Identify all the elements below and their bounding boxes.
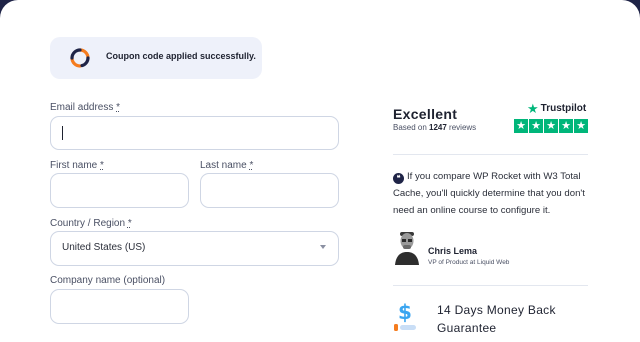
company-field[interactable]	[50, 289, 189, 324]
trustpilot-star-icon: ★	[527, 100, 539, 116]
company-label: Company name (optional)	[50, 275, 166, 286]
divider	[393, 154, 588, 155]
testimonial-quote: ❝ If you compare WP Rocket with W3 Total …	[393, 171, 585, 216]
trustpilot-brand: Trustpilot	[540, 102, 587, 114]
first-name-field[interactable]	[50, 173, 189, 208]
money-back-guarantee: 14 Days Money Back Guarantee	[437, 303, 556, 335]
avatar	[395, 232, 419, 265]
testimonial-author: Chris Lema	[428, 246, 478, 256]
required-mark: *	[249, 160, 254, 171]
email-field[interactable]	[50, 116, 339, 150]
review-count: 1247	[429, 123, 447, 132]
trustpilot-logo[interactable]: ★ Trustpilot	[527, 101, 586, 115]
country-label: Country / Region *	[50, 218, 132, 229]
coupon-notice-message: Coupon code applied successfully.	[106, 51, 256, 61]
star-icon: ★	[574, 119, 588, 133]
last-name-label: Last name *	[200, 160, 254, 171]
coupon-notice: Coupon code applied successfully.	[50, 37, 262, 79]
star-icon: ★	[559, 119, 573, 133]
text-caret	[62, 126, 63, 140]
chevron-down-icon	[320, 245, 326, 249]
required-mark: *	[116, 102, 121, 113]
quote-icon: ❝	[393, 173, 404, 184]
star-icon: ★	[529, 119, 543, 133]
checkout-card: Coupon code applied successfully. Email …	[0, 0, 640, 342]
svg-text:$: $	[398, 301, 412, 324]
country-selected-value: United States (US)	[62, 242, 146, 253]
review-count-text: Based on 1247 reviews	[393, 123, 477, 132]
email-label: Email address *	[50, 102, 121, 113]
first-name-label: First name *	[50, 160, 104, 171]
required-mark: *	[127, 218, 132, 229]
star-rating: ★ ★ ★ ★ ★	[514, 119, 588, 133]
spinner-icon	[70, 48, 90, 68]
testimonial-role: VP of Product at Liquid Web	[428, 259, 510, 266]
divider	[393, 285, 588, 286]
country-select[interactable]: United States (US)	[50, 231, 339, 266]
last-name-field[interactable]	[200, 173, 339, 208]
star-icon: ★	[544, 119, 558, 133]
required-mark: *	[100, 160, 104, 171]
rating-word: Excellent	[393, 106, 458, 122]
dollar-icon: $	[394, 301, 416, 331]
star-icon: ★	[514, 119, 528, 133]
